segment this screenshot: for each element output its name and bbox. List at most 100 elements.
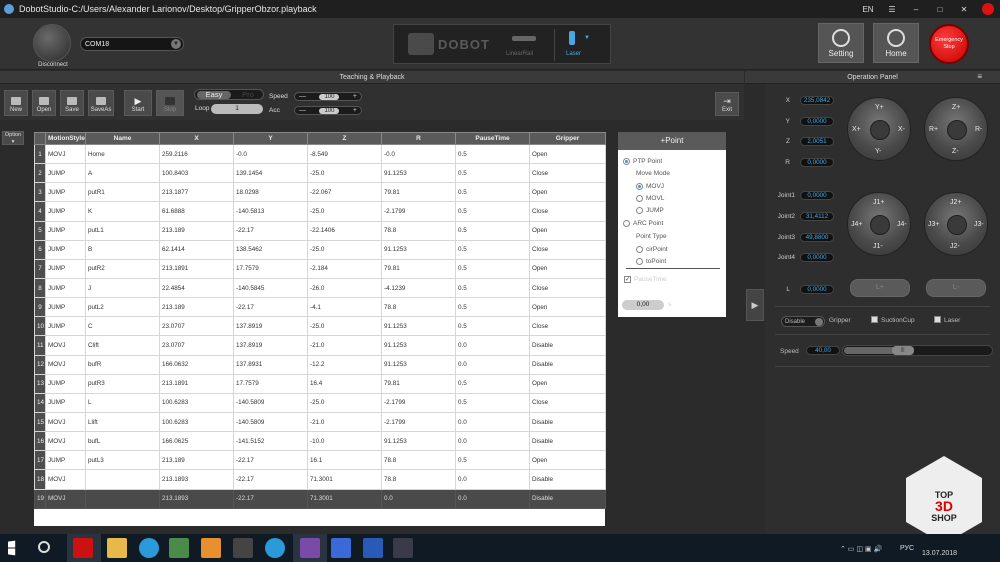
table-cell[interactable]: 0.0 <box>381 488 456 509</box>
table-cell[interactable]: Open <box>529 450 606 471</box>
table-cell[interactable]: -2.1799 <box>381 392 456 413</box>
laser-tool-label[interactable]: Laser <box>566 51 581 57</box>
menu-icon[interactable]: ☰ <box>880 0 904 18</box>
keyboard-language[interactable]: РУС <box>900 545 914 552</box>
app-icon[interactable] <box>169 538 189 558</box>
table-cell[interactable]: C <box>85 316 160 337</box>
table-cell[interactable]: A <box>85 163 160 184</box>
jog-r-minus[interactable]: R- <box>975 126 982 133</box>
table-cell[interactable]: putR3 <box>85 373 160 394</box>
table-cell[interactable]: -2.184 <box>307 258 382 279</box>
column-header[interactable]: Name <box>85 132 160 145</box>
table-cell[interactable]: 62.1414 <box>159 239 234 260</box>
plus-icon[interactable]: + <box>353 93 357 100</box>
table-row[interactable]: 14 JUMP L 100.6283 -140.5809 -25.0 -2.1799 0.5 C… <box>34 392 606 413</box>
table-cell[interactable]: -25.0 <box>307 163 382 184</box>
table-cell[interactable]: JUMP <box>45 220 86 241</box>
language-button[interactable]: EN <box>856 0 880 18</box>
row-index[interactable]: 16 <box>34 431 46 452</box>
table-cell[interactable]: -10.0 <box>307 431 382 452</box>
table-cell[interactable]: -12.2 <box>307 354 382 375</box>
table-cell[interactable]: 71.3001 <box>307 469 382 490</box>
row-index[interactable]: 5 <box>34 220 46 241</box>
table-cell[interactable]: MOVJ <box>45 335 86 356</box>
mode-toggle[interactable]: Easy Pro <box>194 89 264 100</box>
table-cell[interactable]: JUMP <box>45 277 86 299</box>
table-row[interactable]: 17 JUMP putL3 213.189 -22.17 16.1 78.8 0.5 Open <box>34 450 606 471</box>
table-cell[interactable]: 0.0 <box>455 431 530 452</box>
acc-value[interactable]: 100 <box>319 107 340 114</box>
table-cell[interactable]: -21.0 <box>307 411 382 433</box>
jog-r-plus[interactable]: R+ <box>929 126 938 133</box>
table-cell[interactable]: 100.6283 <box>159 392 234 413</box>
table-cell[interactable]: Disable <box>529 469 606 490</box>
visual-studio-icon[interactable] <box>300 538 320 558</box>
table-cell[interactable]: 137.8931 <box>233 354 308 375</box>
table-cell[interactable]: Close <box>529 239 606 260</box>
table-cell[interactable]: 91.1253 <box>381 163 456 184</box>
table-cell[interactable]: -140.5809 <box>233 392 308 413</box>
jog-j4-plus[interactable]: J4+ <box>851 221 862 228</box>
table-cell[interactable]: 91.1253 <box>381 431 456 452</box>
table-cell[interactable]: JUMP <box>45 392 86 413</box>
table-cell[interactable]: 0.5 <box>455 239 530 260</box>
table-cell[interactable]: 78.8 <box>381 469 456 490</box>
table-row[interactable]: 19 MOVJ 213.1893 -22.17 71.3001 0.0 0.0 Disable <box>34 488 606 509</box>
maximize-icon[interactable]: □ <box>928 0 952 18</box>
row-index[interactable]: 2 <box>34 163 46 184</box>
jog-j4-minus[interactable]: J4- <box>897 221 907 228</box>
table-cell[interactable]: 0.5 <box>455 163 530 184</box>
speed-slider[interactable]: ||| <box>842 345 993 356</box>
table-row[interactable]: 3 JUMP putR1 213.1877 18.0298 -22.067 79.81 0.5… <box>34 182 606 203</box>
table-cell[interactable]: -25.0 <box>307 392 382 413</box>
table-cell[interactable]: Open <box>529 220 606 241</box>
table-cell[interactable]: 259.2116 <box>159 143 234 165</box>
table-cell[interactable]: 16.4 <box>307 373 382 394</box>
pausetime-input[interactable]: 0,00 <box>622 300 664 310</box>
movl-radio[interactable] <box>636 195 643 202</box>
save-button[interactable]: Save <box>60 90 84 116</box>
table-cell[interactable]: Home <box>85 143 160 165</box>
telegram-icon[interactable] <box>265 538 285 558</box>
row-index[interactable]: 1 <box>34 143 46 165</box>
menu-icon[interactable]: ≡ <box>977 72 982 81</box>
table-cell[interactable]: -0.0 <box>381 143 456 165</box>
table-cell[interactable]: MOVJ <box>45 354 86 375</box>
row-index[interactable]: 17 <box>34 450 46 471</box>
table-cell[interactable]: 18.0298 <box>233 182 308 203</box>
speed-value[interactable]: 100 <box>319 93 340 100</box>
row-index[interactable]: 6 <box>34 239 46 260</box>
table-cell[interactable]: putL3 <box>85 450 160 471</box>
table-cell[interactable]: putL2 <box>85 297 160 318</box>
row-index[interactable]: 4 <box>34 201 46 222</box>
table-cell[interactable]: Disable <box>529 488 606 509</box>
table-cell[interactable]: MOVJ <box>45 469 86 490</box>
linear-rail-label[interactable]: LinearRail <box>506 51 533 57</box>
mode-easy[interactable]: Easy <box>197 91 231 99</box>
mode-pro[interactable]: Pro <box>235 91 261 99</box>
opera-icon[interactable] <box>73 538 93 558</box>
table-cell[interactable]: -2.1799 <box>381 201 456 222</box>
row-index[interactable]: 13 <box>34 373 46 394</box>
table-row[interactable]: 1 MOVJ Home 259.2116 -0.0 -8.549 -0.0 0.5 Open <box>34 143 606 165</box>
jog-x-plus[interactable]: X+ <box>852 126 861 133</box>
movj-radio[interactable] <box>636 183 643 190</box>
table-cell[interactable]: 0.5 <box>455 258 530 279</box>
table-cell[interactable]: -25.0 <box>307 316 382 337</box>
end-tool-toggle[interactable]: Disable <box>781 316 825 327</box>
table-row[interactable]: 9 JUMP putL2 213.189 -22.17 -4.1 78.8 0.5 Open <box>34 297 606 318</box>
table-cell[interactable]: Llift <box>85 411 160 433</box>
table-cell[interactable]: -25.0 <box>307 239 382 260</box>
table-cell[interactable]: 213.1877 <box>159 182 234 203</box>
table-cell[interactable]: JUMP <box>45 182 86 203</box>
linear-rail-icon[interactable] <box>512 36 536 41</box>
table-cell[interactable]: -22.17 <box>233 297 308 318</box>
table-cell[interactable]: 0.5 <box>455 316 530 337</box>
table-row[interactable]: 2 JUMP A 100.8403 139.1454 -25.0 91.1253 0.5 Clo… <box>34 163 606 184</box>
table-cell[interactable]: Close <box>529 316 606 337</box>
table-cell[interactable]: JUMP <box>45 297 86 318</box>
table-cell[interactable]: K <box>85 201 160 222</box>
table-row[interactable]: 8 JUMP J 22.4854 -140.5845 -26.0 -4.1239 0.5 Clo… <box>34 277 606 299</box>
plus-icon[interactable]: + <box>353 107 357 114</box>
table-row[interactable]: 4 JUMP K 61.6888 -140.5813 -25.0 -2.1799 0.5 Clo… <box>34 201 606 222</box>
